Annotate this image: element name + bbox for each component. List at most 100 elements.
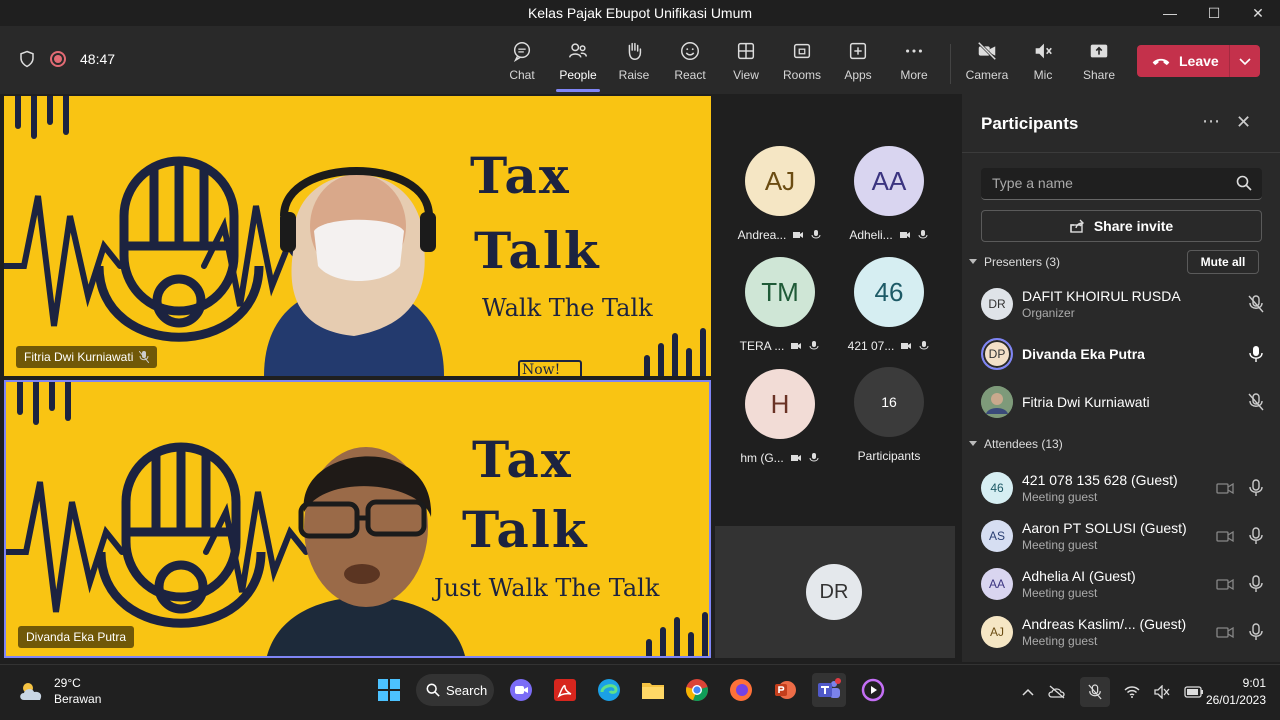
self-view-tile[interactable]: DR xyxy=(715,526,955,658)
mic-muted-icon xyxy=(809,341,819,350)
overflow-count: 16 xyxy=(854,367,924,437)
gallery-tile-name: hm (G... xyxy=(740,451,784,465)
gallery-tile[interactable]: TM TERA ... xyxy=(725,257,835,353)
chat-label: Chat xyxy=(509,68,535,82)
wifi-icon[interactable] xyxy=(1124,686,1140,698)
mic-muted-icon xyxy=(1088,684,1102,700)
camera-off-icon xyxy=(977,41,997,61)
avatar: TM xyxy=(745,257,815,327)
view-label: View xyxy=(733,68,759,82)
participant-row[interactable]: AA Adhelia AI (Guest) Meeting guest xyxy=(981,564,1266,604)
taskbar-app-powerpoint[interactable] xyxy=(768,673,802,707)
share-icon xyxy=(1090,44,1108,58)
rooms-label: Rooms xyxy=(782,68,821,82)
window-title: Kelas Pajak Ebupot Unifikasi Umum xyxy=(527,5,753,21)
video-tile-fitria[interactable]: Tax Talk Walk The Talk Now! Fitria Dwi K… xyxy=(4,96,711,376)
view-button[interactable]: View xyxy=(718,40,774,90)
share-button[interactable]: Share xyxy=(1071,40,1127,90)
panel-more-button[interactable]: ⋯ xyxy=(1202,111,1220,132)
mic-muted-tray-button[interactable] xyxy=(1080,677,1110,707)
overflow-label: Participants xyxy=(857,449,921,463)
battery-icon[interactable] xyxy=(1184,686,1204,698)
profile-photo-icon xyxy=(981,386,1013,418)
avatar: DP xyxy=(981,338,1013,370)
taskbar-app-explorer[interactable] xyxy=(636,673,670,707)
rooms-button[interactable]: Rooms xyxy=(774,40,830,90)
rooms-icon xyxy=(793,43,811,59)
participant-row[interactable]: 46 421 078 135 628 (Guest) Meeting guest xyxy=(981,468,1266,508)
minimize-button[interactable]: — xyxy=(1148,0,1192,26)
participant-row[interactable]: DR DAFIT KHOIRUL RUSDA Organizer xyxy=(981,284,1266,324)
people-button[interactable]: People xyxy=(550,40,606,92)
taskbar-clock[interactable]: 9:01 26/01/2023 xyxy=(1206,675,1266,709)
raise-hand-icon xyxy=(628,42,642,60)
taskbar-app-firefox[interactable] xyxy=(724,673,758,707)
apps-button[interactable]: Apps xyxy=(830,40,886,90)
taskbar-app-zoom[interactable] xyxy=(504,673,538,707)
chat-icon xyxy=(513,42,531,62)
chevron-down-icon xyxy=(1239,58,1251,66)
clock-time: 9:01 xyxy=(1242,676,1266,690)
participant-row[interactable]: Fitria Dwi Kurniawati xyxy=(981,382,1266,422)
avatar: DR xyxy=(806,564,862,620)
shield-icon[interactable] xyxy=(18,50,36,68)
start-button[interactable] xyxy=(372,673,406,707)
taskbar-app-edge[interactable] xyxy=(592,673,626,707)
react-button[interactable]: React xyxy=(662,40,718,90)
mic-hand-icon xyxy=(1249,623,1263,640)
window-titlebar: Kelas Pajak Ebupot Unifikasi Umum — ☐ ✕ xyxy=(0,0,1280,26)
participant-row[interactable]: AS Aaron PT SOLUSI (Guest) Meeting guest xyxy=(981,516,1266,556)
cloud-offline-icon[interactable] xyxy=(1048,685,1066,699)
participant-video-person xyxy=(264,167,444,376)
video-tile-divanda[interactable]: Tax Talk Just Walk The Talk Divanda Eka … xyxy=(4,380,711,658)
search-icon xyxy=(426,683,440,697)
gallery-tile[interactable]: AA Adheli... xyxy=(834,146,944,242)
gallery-tile-label: hm (G... xyxy=(725,451,835,465)
close-window-button[interactable]: ✕ xyxy=(1236,0,1280,26)
gallery-tile[interactable]: 46 421 07... xyxy=(834,257,944,353)
mic-hand-icon xyxy=(1249,527,1263,544)
speaker-muted-icon[interactable] xyxy=(1154,685,1170,699)
gallery-tile[interactable]: AJ Andrea... xyxy=(725,146,835,242)
mute-all-button[interactable]: Mute all xyxy=(1187,250,1259,274)
react-icon xyxy=(681,42,699,60)
toolbar-divider xyxy=(950,44,951,84)
taskbar-search[interactable]: Search xyxy=(416,674,494,706)
panel-close-button[interactable]: ✕ xyxy=(1236,112,1251,133)
raise-hand-button[interactable]: Raise xyxy=(606,40,662,90)
share-invite-button[interactable]: Share invite xyxy=(981,210,1262,242)
edge-browser-icon xyxy=(598,679,620,701)
weather-widget[interactable]: 29°C Berawan xyxy=(18,675,101,707)
taskbar-app-teams[interactable] xyxy=(812,673,846,707)
camera-off-icon xyxy=(1216,626,1234,639)
camera-off-icon xyxy=(791,343,802,349)
presenters-section-toggle[interactable]: Presenters (3) xyxy=(968,255,1060,269)
chevron-up-icon[interactable] xyxy=(1022,688,1034,696)
camera-button[interactable]: Camera xyxy=(959,40,1015,90)
leave-options-button[interactable] xyxy=(1230,56,1260,66)
more-button[interactable]: More xyxy=(886,40,942,90)
poster-subtitle: Walk The Talk xyxy=(482,294,653,322)
weather-temperature: 29°C xyxy=(54,676,81,690)
gallery-tile[interactable]: H hm (G... xyxy=(725,369,835,465)
more-label: More xyxy=(900,68,928,82)
poster-title-line1: Tax xyxy=(470,146,571,205)
participant-name: DAFIT KHOIRUL RUSDA xyxy=(1022,288,1181,304)
taskbar-app-chrome[interactable] xyxy=(680,673,714,707)
people-label: People xyxy=(559,68,597,82)
acrobat-icon xyxy=(554,679,576,701)
chat-button[interactable]: Chat xyxy=(494,40,550,90)
attendees-section-toggle[interactable]: Attendees (13) xyxy=(968,437,1063,451)
mic-button[interactable]: Mic xyxy=(1015,40,1071,90)
participant-video-person xyxy=(267,447,465,656)
maximize-button[interactable]: ☐ xyxy=(1192,0,1236,26)
phone-hangup-icon xyxy=(1152,58,1170,66)
taskbar-app-acrobat[interactable] xyxy=(548,673,582,707)
taskbar-app-media[interactable] xyxy=(856,673,890,707)
participant-row[interactable]: DP Divanda Eka Putra xyxy=(981,334,1266,374)
leave-main[interactable]: Leave xyxy=(1137,45,1229,77)
overflow-participants-tile[interactable]: 16 Participants xyxy=(834,367,944,463)
leave-button[interactable]: Leave xyxy=(1137,45,1260,77)
participant-search-input[interactable]: Type a name xyxy=(981,168,1262,200)
participant-row[interactable]: AJ Andreas Kaslim/... (Guest) Meeting gu… xyxy=(981,612,1266,652)
